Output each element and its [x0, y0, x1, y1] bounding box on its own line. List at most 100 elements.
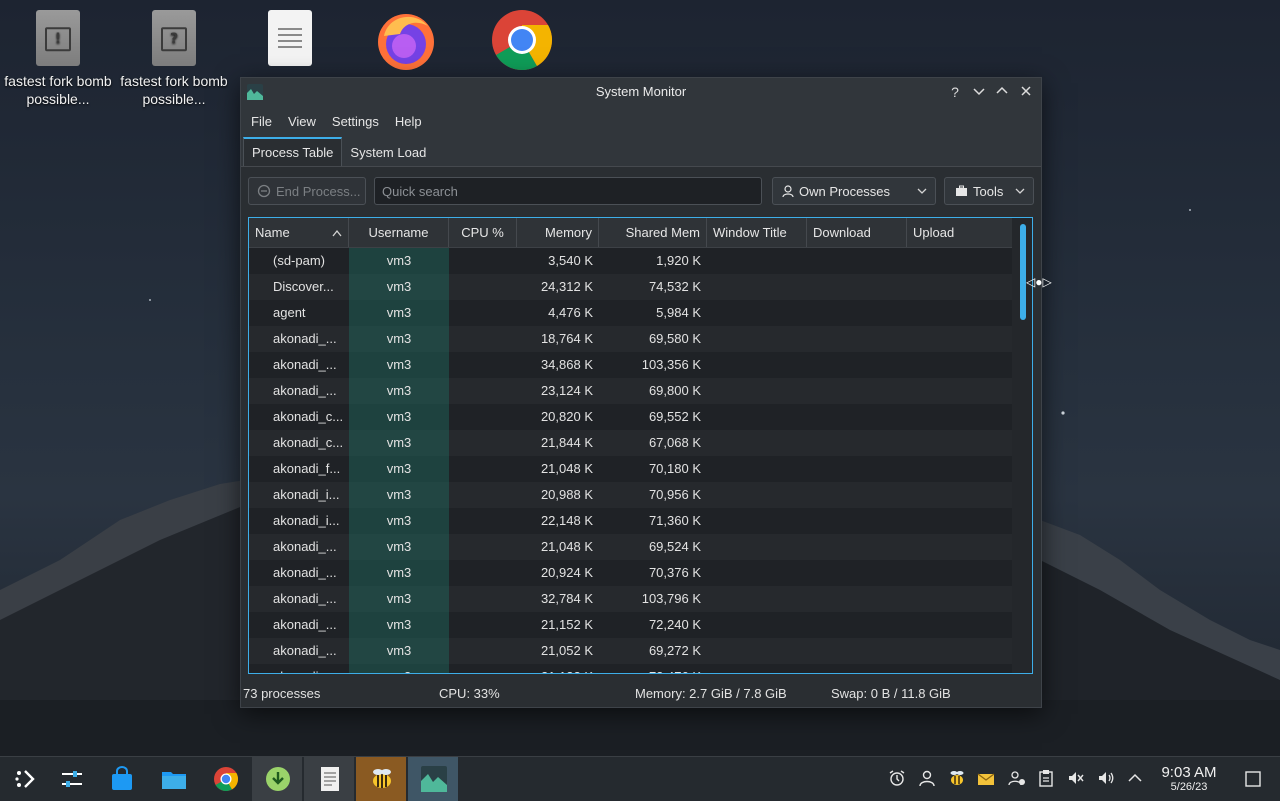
chevron-up-icon[interactable] [1126, 769, 1144, 787]
bee-tray-icon[interactable] [948, 769, 966, 787]
process-name-cell: akonadi_c... [273, 409, 344, 424]
tools-label: Tools [973, 183, 1004, 199]
menu-view[interactable]: View [280, 114, 324, 129]
table-row[interactable]: akonadi_i... vm3 20,988 K 70,956 K [249, 482, 1032, 508]
upload-cell [907, 456, 1014, 482]
table-row[interactable]: Discover... vm3 24,312 K 74,532 K [249, 274, 1032, 300]
contacts-icon[interactable] [1008, 769, 1026, 787]
column-download[interactable]: Download [807, 218, 907, 247]
menu-help[interactable]: Help [387, 114, 430, 129]
table-row[interactable]: akonadi_...vm3 21,132 K72,476 K [249, 664, 1032, 673]
task-text-editor[interactable] [304, 757, 354, 801]
memory-cell: 21,844 K [540, 435, 593, 450]
download-cell [807, 612, 907, 638]
table-row[interactable]: akonadi_f... vm3 21,048 K 70,180 K [249, 456, 1032, 482]
cpu-cell [449, 534, 517, 560]
firefox-icon[interactable] [374, 8, 438, 72]
column-name[interactable]: Name [249, 218, 349, 247]
table-row[interactable]: akonadi_... vm3 34,868 K 103,356 K [249, 352, 1032, 378]
username-cell: vm3 [349, 274, 449, 300]
process-table[interactable]: Name Username CPU % Memory Shared Mem Wi… [248, 217, 1033, 674]
window-title-cell [707, 482, 807, 508]
shared-mem-cell: 72,240 K [648, 617, 701, 632]
table-row[interactable]: akonadi_c... vm3 21,844 K 67,068 K [249, 430, 1032, 456]
table-row[interactable]: akonadi_... vm3 21,152 K 72,240 K [249, 612, 1032, 638]
column-memory[interactable]: Memory [517, 218, 599, 247]
column-window-title[interactable]: Window Title [707, 218, 807, 247]
shared-mem-cell: 69,524 K [648, 539, 701, 554]
menu-file[interactable]: File [243, 114, 280, 129]
close-button[interactable] [1016, 82, 1036, 102]
download-cell [807, 300, 907, 326]
tools-dropdown[interactable]: Tools [944, 177, 1034, 205]
username-cell: vm3 [349, 300, 449, 326]
upload-cell [907, 300, 1014, 326]
user-account-icon[interactable] [918, 769, 936, 787]
scrollbar-handle[interactable] [1020, 224, 1026, 320]
process-name-cell: akonadi_... [273, 383, 337, 398]
mail-icon[interactable] [977, 769, 995, 787]
title-bar[interactable]: System Monitor ? [241, 78, 1041, 106]
username-cell: vm3 [349, 326, 449, 352]
task-file-manager[interactable] [148, 757, 198, 801]
minimize-button[interactable] [969, 82, 989, 102]
window-title-cell [707, 456, 807, 482]
table-row[interactable]: akonadi_... vm3 32,784 K 103,796 K [249, 586, 1032, 612]
table-row[interactable]: akonadi_... vm3 23,124 K 69,800 K [249, 378, 1032, 404]
system-monitor-window[interactable]: System Monitor ? File View Settings Help… [240, 77, 1042, 708]
task-downloader[interactable] [252, 757, 302, 801]
volume-icon[interactable] [1097, 769, 1115, 787]
table-row[interactable]: akonadi_... vm3 20,924 K 70,376 K [249, 560, 1032, 586]
help-button[interactable]: ? [945, 82, 965, 102]
shared-mem-cell: 70,180 K [648, 461, 701, 476]
muted-microphone-icon[interactable] [1067, 769, 1085, 787]
column-username[interactable]: Username [349, 218, 449, 247]
chrome-icon[interactable] [490, 8, 554, 72]
download-cell [807, 482, 907, 508]
memory-cell: 22,148 K [540, 513, 593, 528]
process-filter-dropdown[interactable]: Own Processes [772, 177, 936, 205]
desktop-text-file[interactable] [235, 0, 345, 72]
column-shared-mem[interactable]: Shared Mem [599, 218, 707, 247]
resize-cursor-icon: ◁●▷ [1026, 275, 1052, 289]
task-chrome[interactable] [200, 757, 250, 801]
app-launcher-button[interactable] [0, 757, 50, 801]
status-bar: 73 processes CPU: 33% Memory: 2.7 GiB / … [241, 681, 1041, 707]
table-row[interactable]: akonadi_c... vm3 20,820 K 69,552 K [249, 404, 1032, 430]
clipboard-icon[interactable] [1037, 769, 1055, 787]
desktop-file-fork-bomb-2[interactable]: ? fastest fork bomb possible... [119, 0, 229, 108]
desktop-file-fork-bomb-1[interactable]: ! fastest fork bomb possible... [3, 0, 113, 108]
username-cell: vm3 [349, 664, 449, 673]
username-cell: vm3 [349, 378, 449, 404]
memory-cell: 18,764 K [540, 331, 593, 346]
memory-cell: 4,476 K [548, 305, 593, 320]
show-desktop-icon[interactable] [1244, 770, 1262, 788]
download-cell [807, 456, 907, 482]
alarm-icon[interactable] [888, 769, 906, 787]
quick-search-input[interactable] [374, 177, 762, 205]
tab-process-table[interactable]: Process Table [243, 137, 343, 166]
task-system-monitor[interactable] [408, 757, 458, 801]
memory-cell: 20,820 K [540, 409, 593, 424]
end-process-button[interactable]: End Process... [248, 177, 366, 205]
table-row[interactable]: akonadi_... vm3 21,052 K 69,272 K [249, 638, 1032, 664]
task-bee-app[interactable] [356, 757, 406, 801]
table-row[interactable]: akonadi_i... vm3 22,148 K 71,360 K [249, 508, 1032, 534]
window-title-cell [707, 352, 807, 378]
process-name-cell: akonadi_... [273, 539, 337, 554]
window-title-cell [707, 508, 807, 534]
column-cpu[interactable]: CPU % [449, 218, 517, 247]
tab-system-load[interactable]: System Load [342, 139, 434, 166]
table-row[interactable]: akonadi_... vm3 18,764 K 69,580 K [249, 326, 1032, 352]
window-title-cell [707, 586, 807, 612]
table-row[interactable]: (sd-pam) vm3 3,540 K 1,920 K [249, 248, 1032, 274]
task-discover[interactable] [96, 757, 146, 801]
table-row[interactable]: agent vm3 4,476 K 5,984 K [249, 300, 1032, 326]
maximize-button[interactable] [992, 82, 1012, 102]
column-upload[interactable]: Upload [907, 218, 1014, 247]
digital-clock[interactable]: 9:03 AM 5/26/23 [1156, 764, 1222, 793]
task-settings[interactable] [46, 757, 96, 801]
menu-settings[interactable]: Settings [324, 114, 387, 129]
end-process-icon [257, 184, 271, 198]
table-row[interactable]: akonadi_... vm3 21,048 K 69,524 K [249, 534, 1032, 560]
